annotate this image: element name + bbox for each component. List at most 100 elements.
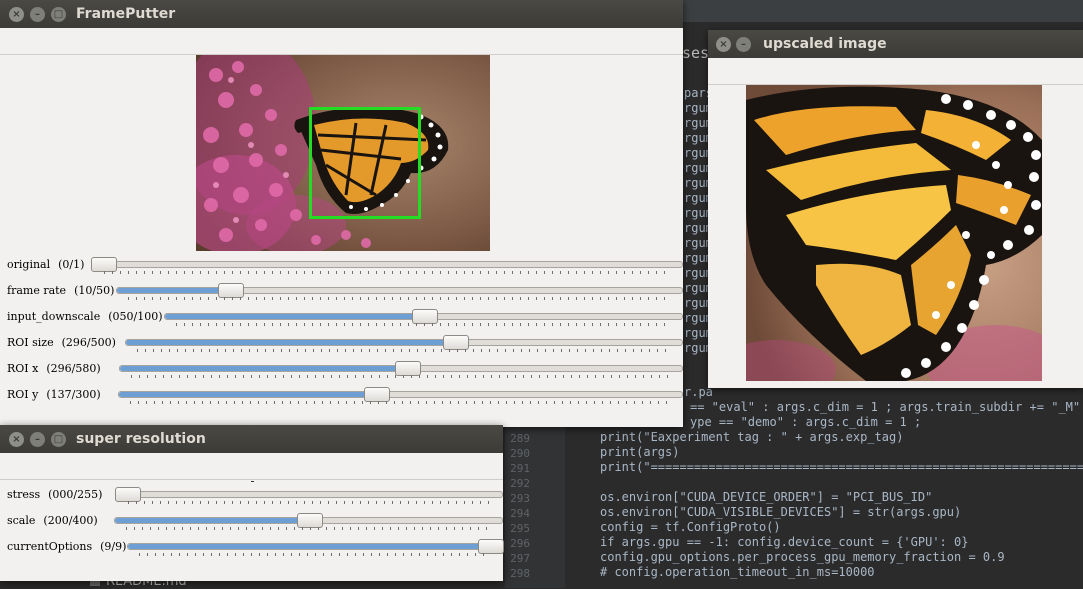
minimize-icon[interactable]: – bbox=[736, 37, 751, 52]
trackbar-handle[interactable] bbox=[478, 539, 504, 554]
trackbar-fill bbox=[126, 340, 456, 345]
ide-code-partial-line: == "eval" : args.c_dim = 1 ; args.train_… bbox=[690, 400, 1083, 414]
window-toolbar bbox=[708, 58, 1083, 85]
trackbar-label: scale (200/400) bbox=[7, 514, 98, 527]
trackbar-value: (200/400) bbox=[43, 514, 98, 527]
line-number: 296 bbox=[510, 537, 530, 550]
trackbar-value: (0/1) bbox=[58, 258, 85, 271]
trackbar-label: original (0/1) bbox=[7, 258, 84, 271]
code-line: config.gpu_options.per_process_gpu_memor… bbox=[600, 550, 1005, 564]
line-number: 298 bbox=[510, 567, 530, 580]
trackbar-ticks bbox=[176, 323, 669, 326]
line-number: 294 bbox=[510, 507, 530, 520]
line-number: 291 bbox=[510, 462, 530, 475]
close-icon[interactable]: × bbox=[9, 7, 24, 22]
window-toolbar bbox=[0, 453, 503, 480]
butterfly-closeup-photo bbox=[746, 85, 1042, 381]
upscaled-image-window: × – upscaled image bbox=[708, 30, 1083, 388]
trackbar-label: currentOptions (9/9) bbox=[7, 540, 126, 553]
trackbar-fill bbox=[119, 392, 377, 397]
trackbar-fill bbox=[165, 314, 424, 319]
trackbar-handle[interactable] bbox=[91, 257, 117, 272]
window-toolbar bbox=[0, 28, 683, 55]
line-number: 292 bbox=[510, 477, 530, 490]
trackbar-label: ROI x (296/580) bbox=[7, 362, 101, 375]
trackbar-label: ROI size (296/500) bbox=[7, 336, 116, 349]
trackbar-ticks bbox=[137, 349, 669, 352]
window-title: upscaled image bbox=[763, 36, 887, 52]
trackbar-handle[interactable] bbox=[411, 309, 438, 324]
trackbar-name: stress bbox=[7, 488, 41, 501]
trackbar-name: ROI size bbox=[7, 336, 54, 349]
upscaled-output-image bbox=[746, 85, 1042, 381]
title-bar[interactable]: × – upscaled image bbox=[708, 30, 1083, 58]
code-line: print("Eaxperiment tag : " + args.exp_ta… bbox=[600, 430, 904, 444]
line-number: 297 bbox=[510, 552, 530, 565]
code-line: config = tf.ConfigProto() bbox=[600, 520, 781, 534]
title-bar[interactable]: × – □ FramePutter bbox=[0, 0, 683, 28]
close-icon[interactable]: × bbox=[9, 432, 24, 447]
window-title: super resolution bbox=[76, 431, 206, 447]
minimize-icon[interactable]: – bbox=[30, 432, 45, 447]
trackbar-slider[interactable] bbox=[119, 361, 683, 376]
close-icon[interactable]: × bbox=[716, 37, 731, 52]
trackbar-label: ROI y (137/300) bbox=[7, 388, 101, 401]
trackbar-ticks bbox=[130, 401, 669, 404]
frameputter-window: × – □ FramePutter original (0/1) frame r… bbox=[0, 0, 683, 427]
trackbar-fill bbox=[117, 288, 230, 293]
trackbar-label: frame rate (10/50) bbox=[7, 284, 114, 297]
minimize-icon[interactable]: – bbox=[30, 7, 45, 22]
trackbar-ticks bbox=[131, 375, 669, 378]
line-number: 290 bbox=[510, 447, 530, 460]
image-placeholder bbox=[251, 481, 254, 482]
trackbar-slider[interactable] bbox=[125, 335, 683, 350]
trackbar-label: stress (000/255) bbox=[7, 488, 102, 501]
trackbar-value: (9/9) bbox=[100, 540, 127, 553]
trackbar-slider[interactable] bbox=[116, 283, 683, 298]
trackbar-slider[interactable] bbox=[164, 309, 683, 324]
trackbar-slider[interactable] bbox=[118, 387, 683, 402]
code-line: if args.gpu == -1: config.device_count =… bbox=[600, 535, 969, 549]
trackbar-value: (137/300) bbox=[46, 388, 101, 401]
trackbar-label: input_downscale (050/100) bbox=[7, 310, 163, 323]
trackbar-handle[interactable] bbox=[218, 283, 244, 298]
trackbar-name: scale bbox=[7, 514, 36, 527]
trackbar-ticks bbox=[104, 271, 669, 274]
ide-code-partial-line: ype == "demo" : args.c_dim = 1 ; bbox=[690, 415, 922, 429]
trackbar-value: (296/500) bbox=[61, 336, 116, 349]
trackbar-handle[interactable] bbox=[394, 361, 421, 376]
trackbar-name: ROI x bbox=[7, 362, 39, 375]
trackbar-slider[interactable] bbox=[127, 539, 504, 554]
roi-box[interactable] bbox=[309, 107, 421, 219]
maximize-icon[interactable]: □ bbox=[51, 7, 66, 22]
code-line: # config.operation_timeout_in_ms=10000 bbox=[600, 565, 875, 579]
title-bar[interactable]: × – □ super resolution bbox=[0, 425, 503, 453]
trackbar-slider[interactable] bbox=[115, 487, 503, 502]
code-line: os.environ["CUDA_VISIBLE_DEVICES"] = str… bbox=[600, 505, 962, 519]
trackbar-slider[interactable] bbox=[114, 513, 503, 528]
trackbar-handle[interactable] bbox=[296, 513, 323, 528]
trackbar-name: frame rate bbox=[7, 284, 67, 297]
trackbar-slider[interactable] bbox=[91, 257, 683, 272]
trackbar-value: (050/100) bbox=[108, 310, 163, 323]
window-title: FramePutter bbox=[76, 6, 176, 22]
trackbar-value: (000/255) bbox=[48, 488, 103, 501]
trackbar-fill bbox=[120, 366, 407, 371]
trackbar-fill bbox=[128, 544, 502, 549]
line-number: 295 bbox=[510, 522, 530, 535]
trackbar-name: currentOptions bbox=[7, 540, 93, 553]
maximize-icon[interactable]: □ bbox=[51, 432, 66, 447]
line-number: 293 bbox=[510, 492, 530, 505]
trackbar-handle[interactable] bbox=[443, 335, 470, 350]
trackbar-handle[interactable] bbox=[115, 487, 141, 502]
super-resolution-window: × – □ super resolution stress (000/255) sc… bbox=[0, 425, 504, 581]
code-line: print(args) bbox=[600, 445, 680, 459]
trackbar-name: ROI y bbox=[7, 388, 39, 401]
trackbar-ticks bbox=[139, 553, 489, 556]
code-line: print("=================================… bbox=[600, 460, 1083, 474]
trackbar-value: (296/580) bbox=[46, 362, 101, 375]
trackbar-handle[interactable] bbox=[364, 387, 391, 402]
trackbar-ticks bbox=[128, 501, 489, 504]
trackbar-name: input_downscale bbox=[7, 310, 101, 323]
input-frame-image bbox=[196, 55, 490, 251]
